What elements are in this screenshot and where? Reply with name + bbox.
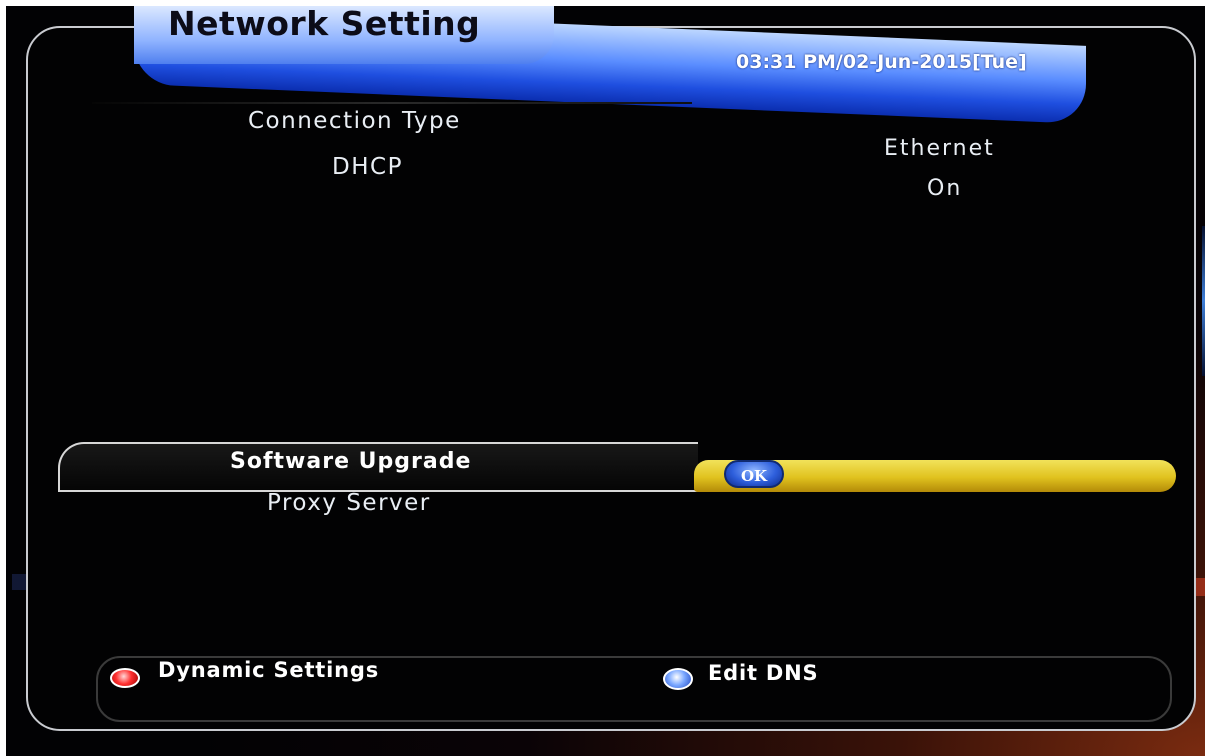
tv-screen: Network Setting 03:31 PM/02-Jun-2015[Tue…	[6, 4, 1205, 756]
ok-button[interactable]: OK	[724, 460, 784, 488]
page-title: Network Setting	[168, 4, 481, 43]
red-key-icon[interactable]	[110, 668, 140, 688]
connection-type-value[interactable]: Ethernet	[884, 136, 995, 161]
dynamic-settings-label[interactable]: Dynamic Settings	[158, 658, 379, 682]
divider	[92, 102, 692, 104]
datetime: 03:31 PM/02-Jun-2015[Tue]	[736, 51, 1027, 73]
dhcp-value[interactable]: On	[927, 176, 962, 201]
dhcp-label[interactable]: DHCP	[332, 154, 403, 180]
software-upgrade-label[interactable]: Software Upgrade	[230, 449, 471, 474]
network-setting-panel	[26, 26, 1196, 731]
blue-key-icon[interactable]	[663, 668, 693, 690]
proxy-server-label[interactable]: Proxy Server	[267, 490, 431, 516]
edit-dns-label[interactable]: Edit DNS	[708, 661, 818, 685]
connection-type-label[interactable]: Connection Type	[248, 108, 461, 134]
software-upgrade-row[interactable]: OK	[58, 442, 1176, 494]
